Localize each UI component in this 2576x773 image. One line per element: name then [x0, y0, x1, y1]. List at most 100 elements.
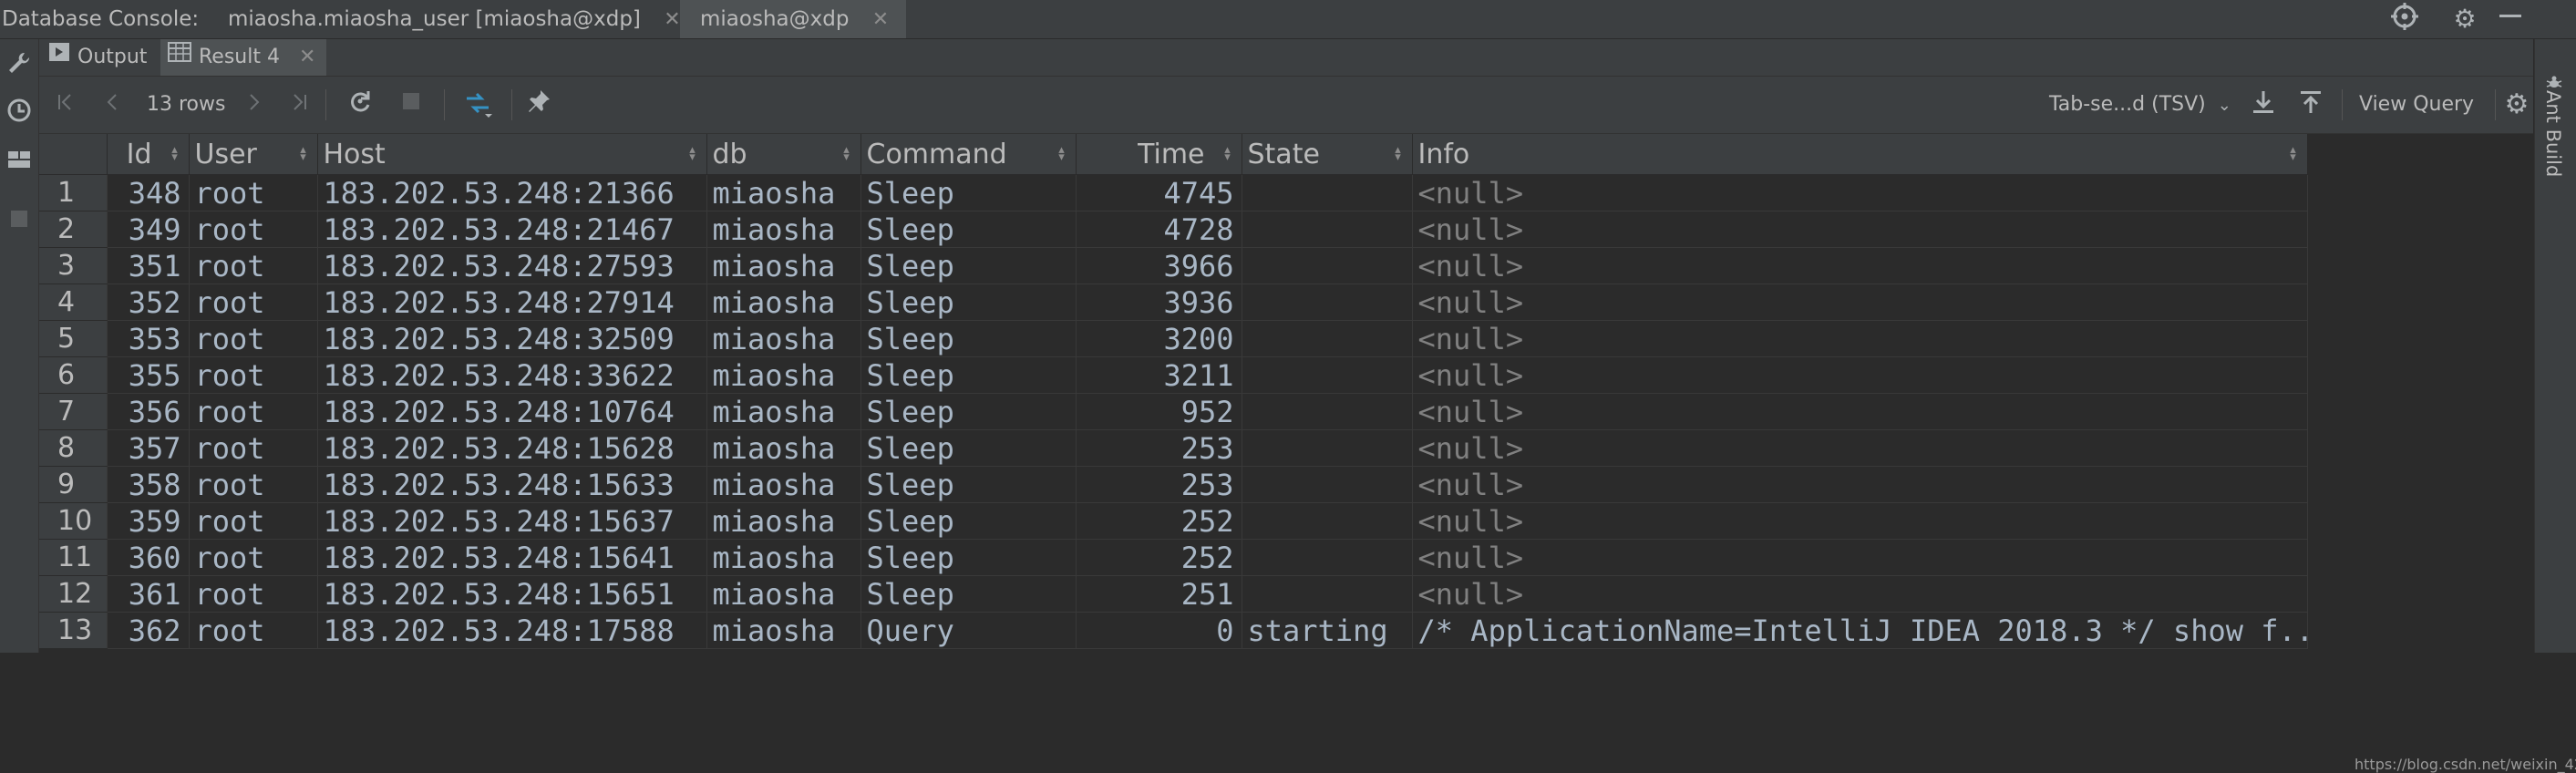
- clock-icon[interactable]: [4, 98, 35, 129]
- export-format-select[interactable]: Tab-se...d (TSV) ⌄: [2049, 88, 2231, 121]
- stop-icon[interactable]: [4, 207, 35, 238]
- cell-time[interactable]: 252: [1076, 502, 1242, 540]
- table-row[interactable]: 9 358 root 183.202.53.248:15633 miaosha Sleep…: [39, 466, 2308, 503]
- row-number[interactable]: 1: [39, 174, 108, 211]
- cell-host[interactable]: 183.202.53.248:21366: [317, 174, 707, 211]
- cell-command[interactable]: Sleep: [860, 393, 1077, 430]
- cell-id[interactable]: 357: [107, 429, 190, 467]
- cell-state[interactable]: [1242, 466, 1413, 503]
- tab-output[interactable]: Output: [48, 39, 160, 76]
- cell-id[interactable]: 352: [107, 283, 190, 321]
- layout-icon[interactable]: [4, 147, 35, 178]
- cell-info[interactable]: <null>: [1412, 356, 2308, 394]
- row-number[interactable]: 12: [39, 575, 108, 613]
- cell-db[interactable]: miaosha: [706, 247, 861, 284]
- column-header-db[interactable]: db ▴ ▾: [706, 134, 861, 175]
- cell-user[interactable]: root: [189, 575, 318, 613]
- cell-id[interactable]: 359: [107, 502, 190, 540]
- cell-info[interactable]: <null>: [1412, 320, 2308, 357]
- cell-host[interactable]: 183.202.53.248:33622: [317, 356, 707, 394]
- cell-info[interactable]: <null>: [1412, 393, 2308, 430]
- row-number[interactable]: 9: [39, 466, 108, 503]
- cell-command[interactable]: Sleep: [860, 356, 1077, 394]
- table-row[interactable]: 1 348 root 183.202.53.248:21366 miaosha Sleep…: [39, 174, 2308, 211]
- view-query-button[interactable]: View Query: [2359, 88, 2474, 121]
- cell-user[interactable]: root: [189, 356, 318, 394]
- cell-db[interactable]: miaosha: [706, 320, 861, 357]
- cell-info[interactable]: <null>: [1412, 539, 2308, 576]
- first-page-icon[interactable]: [52, 88, 79, 121]
- cell-id[interactable]: 349: [107, 211, 190, 248]
- cell-state[interactable]: [1242, 575, 1413, 613]
- gear-icon[interactable]: ⚙: [2448, 3, 2481, 36]
- cell-host[interactable]: 183.202.53.248:27593: [317, 247, 707, 284]
- table-row[interactable]: 10 359 root 183.202.53.248:15637 miaosha Slee…: [39, 502, 2308, 540]
- row-number[interactable]: 2: [39, 211, 108, 248]
- cell-db[interactable]: miaosha: [706, 429, 861, 467]
- cell-command[interactable]: Query: [860, 612, 1077, 649]
- cell-db[interactable]: miaosha: [706, 211, 861, 248]
- row-number[interactable]: 3: [39, 247, 108, 284]
- sort-icon[interactable]: ▴ ▾: [1057, 144, 1066, 163]
- cell-user[interactable]: root: [189, 539, 318, 576]
- sort-icon[interactable]: ▴ ▾: [299, 144, 308, 163]
- cell-time[interactable]: 4728: [1076, 211, 1242, 248]
- cell-time[interactable]: 3966: [1076, 247, 1242, 284]
- pin-icon[interactable]: [522, 88, 555, 121]
- cell-state[interactable]: [1242, 247, 1413, 284]
- cell-db[interactable]: miaosha: [706, 466, 861, 503]
- row-number[interactable]: 13: [39, 612, 108, 649]
- cell-db[interactable]: miaosha: [706, 612, 861, 649]
- cell-info[interactable]: <null>: [1412, 466, 2308, 503]
- cell-host[interactable]: 183.202.53.248:15628: [317, 429, 707, 467]
- cell-time[interactable]: 253: [1076, 466, 1242, 503]
- row-number[interactable]: 4: [39, 283, 108, 321]
- cell-host[interactable]: 183.202.53.248:15633: [317, 466, 707, 503]
- cell-time[interactable]: 253: [1076, 429, 1242, 467]
- cell-user[interactable]: root: [189, 174, 318, 211]
- cell-user[interactable]: root: [189, 429, 318, 467]
- cell-info[interactable]: <null>: [1412, 211, 2308, 248]
- cell-state[interactable]: [1242, 320, 1413, 357]
- cell-info[interactable]: <null>: [1412, 429, 2308, 467]
- close-icon[interactable]: ✕: [299, 46, 315, 68]
- cell-db[interactable]: miaosha: [706, 393, 861, 430]
- cell-time[interactable]: 251: [1076, 575, 1242, 613]
- cell-time[interactable]: 0: [1076, 612, 1242, 649]
- upload-icon[interactable]: [2294, 88, 2327, 121]
- cell-info[interactable]: <null>: [1412, 502, 2308, 540]
- tab-miaosha-xdp[interactable]: miaosha@xdp ✕: [680, 0, 906, 38]
- row-count[interactable]: 13 rows: [147, 88, 225, 121]
- row-number[interactable]: 7: [39, 393, 108, 430]
- cell-time[interactable]: 3200: [1076, 320, 1242, 357]
- table-row[interactable]: 4 352 root 183.202.53.248:27914 miaosha Sleep…: [39, 283, 2308, 321]
- row-number[interactable]: 5: [39, 320, 108, 357]
- table-row[interactable]: 11 360 root 183.202.53.248:15641 miaosha Slee…: [39, 539, 2308, 576]
- cell-id[interactable]: 362: [107, 612, 190, 649]
- cell-info[interactable]: /* ApplicationName=IntelliJ IDEA 2018.3 …: [1412, 612, 2308, 649]
- cell-user[interactable]: root: [189, 211, 318, 248]
- cell-command[interactable]: Sleep: [860, 174, 1077, 211]
- table-row[interactable]: 3 351 root 183.202.53.248:27593 miaosha Sleep…: [39, 247, 2308, 284]
- column-header-state[interactable]: State ▴ ▾: [1242, 134, 1413, 175]
- sort-icon[interactable]: ▴ ▾: [1223, 144, 1232, 163]
- last-page-icon[interactable]: [285, 88, 313, 121]
- cancel-icon[interactable]: [395, 88, 428, 121]
- cell-state[interactable]: [1242, 211, 1413, 248]
- cell-info[interactable]: <null>: [1412, 283, 2308, 321]
- cell-state[interactable]: [1242, 174, 1413, 211]
- cell-user[interactable]: root: [189, 283, 318, 321]
- cell-host[interactable]: 183.202.53.248:17588: [317, 612, 707, 649]
- cell-command[interactable]: Sleep: [860, 575, 1077, 613]
- tab-miaosha-user[interactable]: miaosha.miaosha_user [miaosha@xdp] ✕: [219, 0, 690, 38]
- gear-icon[interactable]: ⚙: [2500, 88, 2533, 121]
- cell-host[interactable]: 183.202.53.248:15641: [317, 539, 707, 576]
- minimize-icon[interactable]: [2494, 3, 2527, 36]
- sort-icon[interactable]: ▴ ▾: [688, 144, 697, 163]
- cell-time[interactable]: 3936: [1076, 283, 1242, 321]
- download-icon[interactable]: [2247, 88, 2280, 121]
- cell-command[interactable]: Sleep: [860, 429, 1077, 467]
- table-row[interactable]: 8 357 root 183.202.53.248:15628 miaosha Sleep…: [39, 429, 2308, 467]
- sort-icon[interactable]: ▴ ▾: [170, 144, 180, 163]
- cell-host[interactable]: 183.202.53.248:10764: [317, 393, 707, 430]
